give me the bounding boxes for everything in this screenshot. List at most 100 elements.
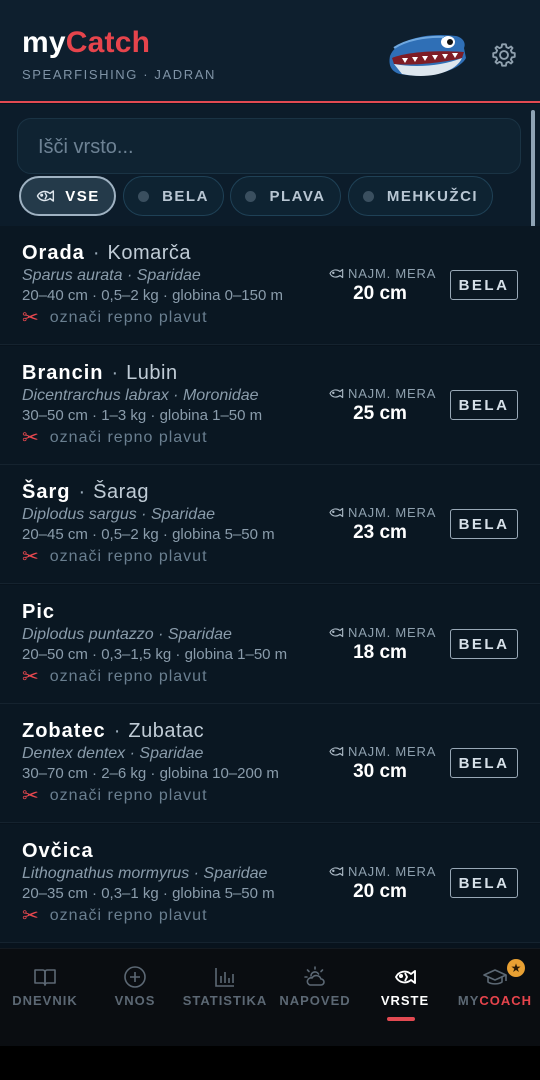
filter-chip-mehkuzci[interactable]: MEHKUŽCI bbox=[348, 176, 493, 216]
mark-label: označi repno plavut bbox=[49, 787, 208, 804]
tab-label: MYCOACH bbox=[440, 993, 540, 1008]
mark-tail-fin-button[interactable]: ✂ označi repno plavut bbox=[22, 666, 208, 688]
mark-tail-fin-button[interactable]: ✂ označi repno plavut bbox=[22, 905, 208, 927]
name-separator: · bbox=[113, 720, 121, 742]
name-separator: · bbox=[111, 362, 119, 384]
species-meta: 20–35 cm · 0,3–1 kg · globina 5–50 m bbox=[22, 885, 275, 902]
species-row[interactable]: Ovčica Lithognathus mormyrus · Sparidae … bbox=[0, 824, 540, 943]
category-badge: BELA bbox=[450, 629, 518, 659]
species-title: Brancin · Lubin bbox=[22, 362, 178, 385]
tab-vrste[interactable]: VRSTE bbox=[360, 949, 450, 1046]
min-size-value: 18 cm bbox=[353, 642, 407, 663]
species-meta: 30–70 cm · 2–6 kg · globina 10–200 m bbox=[22, 765, 279, 782]
mark-label: označi repno plavut bbox=[49, 548, 208, 565]
species-title: Šarg · Šarag bbox=[22, 481, 149, 504]
search-box[interactable] bbox=[17, 118, 521, 175]
fish-icon bbox=[395, 970, 416, 984]
species-row[interactable]: Pic Diplodus puntazzo · Sparidae 20–50 c… bbox=[0, 585, 540, 704]
scissors-icon: ✂ bbox=[22, 666, 40, 688]
mark-tail-fin-button[interactable]: ✂ označi repno plavut bbox=[22, 546, 208, 568]
category-badge: BELA bbox=[450, 390, 518, 420]
filter-chip-label: VSE bbox=[65, 187, 100, 205]
filter-chip-vse[interactable]: VSE bbox=[19, 176, 116, 216]
species-latin: Lithognathus mormyrus · Sparidae bbox=[22, 865, 268, 882]
bar-chart-icon bbox=[215, 968, 234, 987]
min-size-text: NAJM. MERA bbox=[348, 386, 437, 401]
min-size-value: 25 cm bbox=[353, 403, 407, 424]
tab-label-my: MY bbox=[457, 993, 480, 1008]
species-name: Šarg bbox=[22, 481, 71, 503]
species-meta: 20–40 cm · 0,5–2 kg · globina 0–150 m bbox=[22, 287, 283, 304]
fish-icon bbox=[329, 866, 344, 877]
species-title: Zobatec · Zubatac bbox=[22, 720, 204, 743]
min-size-label: NAJM. MERA bbox=[328, 625, 436, 640]
species-row[interactable]: Brancin · Lubin Dicentrarchus labrax · Mor… bbox=[0, 346, 540, 465]
species-meta: 20–45 cm · 0,5–2 kg · globina 5–50 m bbox=[22, 526, 275, 543]
fish-icon bbox=[37, 190, 55, 202]
species-name: Ovčica bbox=[22, 840, 94, 862]
tab-napoved[interactable]: NAPOVED bbox=[270, 949, 360, 1046]
weather-icon bbox=[304, 966, 325, 986]
species-name: Brancin bbox=[22, 362, 104, 384]
name-separator: · bbox=[78, 481, 86, 503]
species-row[interactable]: Orada · Komarča Sparus aurata · Sparidae 2… bbox=[0, 226, 540, 345]
fish-icon bbox=[329, 627, 344, 638]
mark-label: označi repno plavut bbox=[49, 907, 208, 924]
species-title: Orada · Komarča bbox=[22, 242, 191, 265]
scissors-icon: ✂ bbox=[22, 785, 40, 807]
tab-statistika[interactable]: STATISTIKA bbox=[180, 949, 270, 1046]
mark-label: označi repno plavut bbox=[49, 429, 208, 446]
logo-catch: Catch bbox=[65, 26, 151, 59]
filter-chip-bela[interactable]: BELA bbox=[123, 176, 224, 216]
fish-icon bbox=[329, 507, 344, 518]
species-local-name: Lubin bbox=[126, 362, 178, 384]
mark-tail-fin-button[interactable]: ✂ označi repno plavut bbox=[22, 785, 208, 807]
app-screen: myCatch SPEARFISHING · JADRAN Išči vrsto… bbox=[0, 0, 540, 1046]
mark-tail-fin-button[interactable]: ✂ označi repno plavut bbox=[22, 307, 208, 329]
species-row[interactable]: Zobatec · Zubatac Dentex dentex · Sparidae… bbox=[0, 704, 540, 823]
name-separator: · bbox=[92, 242, 100, 264]
min-size-label: NAJM. MERA bbox=[328, 744, 436, 759]
app-logo: myCatch bbox=[22, 26, 150, 60]
scissors-icon: ✂ bbox=[22, 427, 40, 449]
book-icon bbox=[34, 969, 56, 986]
fish-icon bbox=[329, 746, 344, 757]
min-size-label: NAJM. MERA bbox=[328, 505, 436, 520]
gear-icon[interactable] bbox=[490, 41, 518, 69]
tab-vnos[interactable]: VNOS bbox=[90, 949, 180, 1046]
search-input[interactable] bbox=[36, 119, 500, 175]
species-local-name: Šarag bbox=[93, 481, 150, 503]
species-latin: Diplodus puntazzo · Sparidae bbox=[22, 626, 232, 643]
fish-icon bbox=[329, 388, 344, 399]
species-title: Pic bbox=[22, 601, 55, 624]
species-name: Zobatec bbox=[22, 720, 106, 742]
scrollbar[interactable] bbox=[531, 110, 535, 234]
min-size-label: NAJM. MERA bbox=[328, 386, 436, 401]
species-meta: 30–50 cm · 1–3 kg · globina 1–50 m bbox=[22, 407, 263, 424]
species-local-name: Komarča bbox=[107, 242, 192, 264]
scissors-icon: ✂ bbox=[22, 905, 40, 927]
category-badge: BELA bbox=[450, 270, 518, 300]
tab-mycoach[interactable]: ★ MYCOACH bbox=[450, 949, 540, 1046]
species-row[interactable]: Šarg · Šarag Diplodus sargus · Sparidae 20… bbox=[0, 465, 540, 584]
plus-circle-icon bbox=[124, 966, 146, 988]
species-latin: Sparus aurata · Sparidae bbox=[22, 267, 201, 284]
header-divider bbox=[0, 101, 540, 103]
mark-tail-fin-button[interactable]: ✂ označi repno plavut bbox=[22, 427, 208, 449]
logo-my: my bbox=[22, 26, 66, 59]
species-name: Orada bbox=[22, 242, 85, 264]
active-tab-indicator bbox=[387, 1017, 415, 1021]
min-size-text: NAJM. MERA bbox=[348, 744, 437, 759]
category-badge: BELA bbox=[450, 868, 518, 898]
filter-chip-plava[interactable]: PLAVA bbox=[230, 176, 341, 216]
filter-chip-label: PLAVA bbox=[269, 187, 326, 205]
tab-dnevnik[interactable]: DNEVNIK bbox=[0, 949, 90, 1046]
mark-label: označi repno plavut bbox=[49, 309, 208, 326]
app-subtitle: SPEARFISHING · JADRAN bbox=[22, 67, 216, 82]
fish-icon bbox=[329, 268, 344, 279]
species-local-name: Zubatac bbox=[128, 720, 205, 742]
species-title: Ovčica bbox=[22, 840, 94, 863]
species-meta: 20–50 cm · 0,3–1,5 kg · globina 1–50 m bbox=[22, 646, 288, 663]
min-size-value: 30 cm bbox=[353, 761, 407, 782]
species-name: Pic bbox=[22, 601, 56, 623]
